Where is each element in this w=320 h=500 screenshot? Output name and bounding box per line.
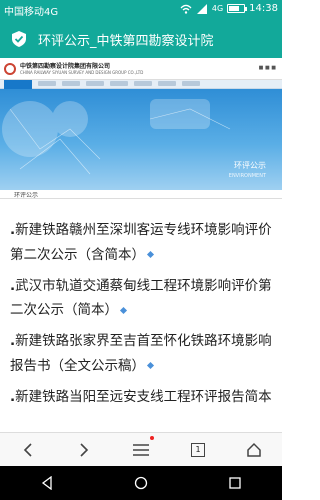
- signal-icon: [196, 3, 208, 14]
- tabs-button[interactable]: 1: [170, 433, 226, 467]
- site-nav-item[interactable]: [182, 81, 200, 86]
- battery-icon: [227, 4, 248, 13]
- article-link[interactable]: .武汉市轨道交通蔡甸线工程环境影响评价第二次公示（简本）: [10, 274, 272, 324]
- site-header: 中铁第四勘察设计院集团有限公司 CHINA RAILWAY SIYUAN SUR…: [0, 58, 282, 80]
- company-logo: [4, 63, 16, 75]
- site-nav-item[interactable]: [158, 81, 176, 86]
- notification-dot: [150, 436, 154, 440]
- org-name-en: CHINA RAILWAY SIYUAN SURVEY AND DESIGN G…: [20, 70, 144, 75]
- link-arrow-icon: [119, 306, 128, 314]
- system-home-button[interactable]: [94, 466, 188, 500]
- header-links: ■ ■ ■: [258, 65, 276, 71]
- hamburger-icon: [133, 444, 149, 456]
- divider: [0, 198, 282, 199]
- site-nav-item[interactable]: [86, 81, 104, 86]
- site-banner: 中铁第四勘察设计院集团有限公司 CHINA RAILWAY SIYUAN SUR…: [0, 58, 282, 190]
- chevron-left-icon: [23, 443, 32, 457]
- wifi-icon: [180, 4, 192, 14]
- article-title[interactable]: 新建铁路张家界至吉首至怀化铁路环境影响报告书（全文公示稿）: [10, 333, 272, 374]
- system-recents-button[interactable]: [188, 466, 282, 500]
- clock: 14:38: [249, 3, 278, 14]
- network-label: 4G: [211, 4, 224, 13]
- system-back-button[interactable]: [0, 466, 94, 500]
- article-link[interactable]: .新建铁路张家界至吉首至怀化铁路环境影响报告书（全文公示稿）: [10, 329, 272, 379]
- carrier-label: 中国移动4G: [4, 7, 59, 18]
- article-list: .新建铁路赣州至深圳客运专线环境影响评价第二次公示（含简本） .武汉市轨道交通蔡…: [10, 218, 272, 416]
- article-title[interactable]: 新建铁路当阳至远安支线工程环评报告简本: [15, 389, 272, 405]
- tab-count: 1: [191, 443, 205, 457]
- banner-label: 环评公示 ENVIRONMENT: [228, 161, 266, 179]
- menu-button[interactable]: [113, 433, 169, 467]
- forward-button[interactable]: [56, 433, 112, 467]
- status-icons: 4G 14:38: [180, 3, 278, 14]
- article-link[interactable]: .新建铁路赣州至深圳客运专线环境影响评价第二次公示（含简本）: [10, 218, 272, 268]
- status-bar: 中国移动4G 4G 14:38: [0, 0, 282, 20]
- site-nav: [0, 80, 282, 89]
- triangle-back-icon: [41, 476, 52, 490]
- link-arrow-icon: [146, 251, 155, 259]
- article-link[interactable]: .新建铁路当阳至远安支线工程环评报告简本: [10, 385, 272, 410]
- site-nav-item[interactable]: [62, 81, 80, 86]
- banner-graphic: 环评公示 ENVIRONMENT: [0, 89, 282, 190]
- home-icon: [247, 442, 261, 457]
- article-title[interactable]: 武汉市轨道交通蔡甸线工程环境影响评价第二次公示（简本）: [10, 278, 272, 319]
- org-name: 中铁第四勘察设计院集团有限公司: [20, 63, 111, 70]
- system-nav-bar: [0, 466, 282, 500]
- circle-home-icon: [134, 476, 148, 490]
- browser-toolbar: 1: [0, 432, 282, 466]
- site-nav-item[interactable]: [110, 81, 128, 86]
- home-button[interactable]: [226, 433, 282, 467]
- shield-check-icon: [10, 30, 28, 48]
- page-title: 环评公示_中铁第四勘察设计院: [38, 33, 214, 49]
- site-nav-home[interactable]: [4, 80, 32, 89]
- article-title[interactable]: 新建铁路赣州至深圳客运专线环境影响评价第二次公示（含简本）: [10, 222, 272, 263]
- title-bar: 环评公示_中铁第四勘察设计院: [0, 20, 282, 58]
- site-nav-item[interactable]: [134, 81, 152, 86]
- chevron-right-icon: [80, 443, 89, 457]
- site-nav-item[interactable]: [38, 81, 56, 86]
- square-recents-icon: [229, 477, 241, 489]
- link-arrow-icon: [146, 362, 155, 370]
- back-button[interactable]: [0, 433, 56, 467]
